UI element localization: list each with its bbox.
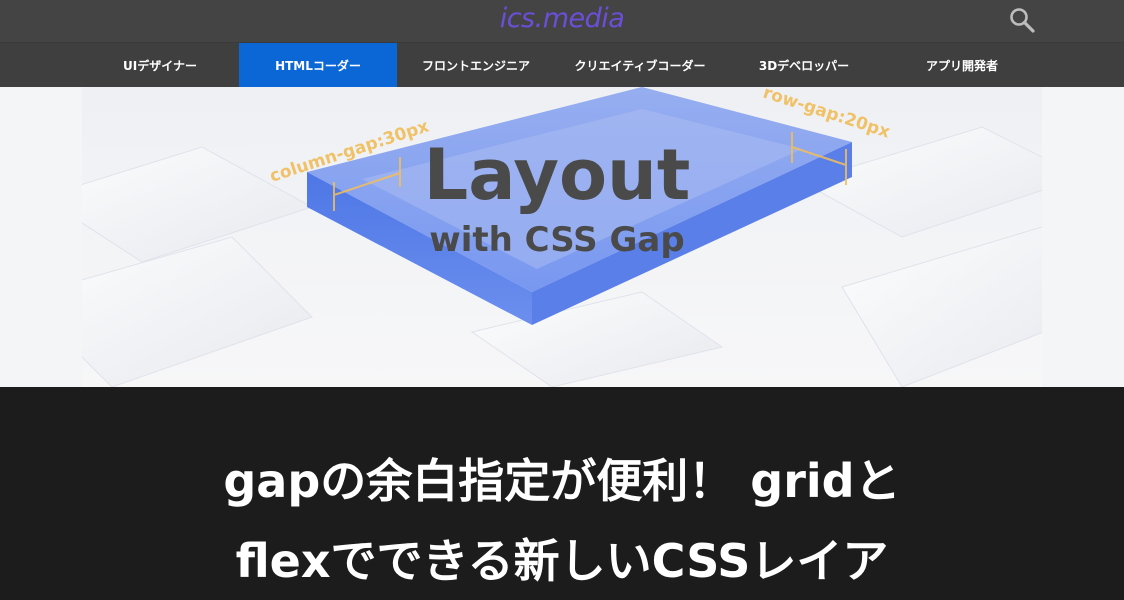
article-caption: gapの余白指定が便利！ gridと flexでできる新しいCSSレイア xyxy=(0,387,1124,600)
nav-item-frontend-engineer[interactable]: フロントエンジニア xyxy=(397,43,555,87)
nav-item-ui-designer[interactable]: UIデザイナー xyxy=(81,43,239,87)
nav-item-app-developer[interactable]: アプリ開発者 xyxy=(883,43,1041,87)
article-title-line-2[interactable]: flexでできる新しいCSSレイア xyxy=(0,525,1124,591)
nav-item-creative-coder[interactable]: クリエイティブコーダー xyxy=(561,43,719,87)
nav-item-3d-developer[interactable]: 3Dデベロッパー xyxy=(725,43,883,87)
search-icon[interactable] xyxy=(1008,6,1036,34)
hero-subtitle: with CSS Gap xyxy=(429,220,684,260)
nav-item-html-coder[interactable]: HTMLコーダー xyxy=(239,43,397,87)
article-title-line-1[interactable]: gapの余白指定が便利！ gridと xyxy=(0,445,1124,511)
category-nav: UIデザイナー HTMLコーダー フロントエンジニア クリエイティブコーダー 3… xyxy=(0,43,1124,87)
site-logo[interactable]: ics.media xyxy=(0,3,1124,34)
hero-background: column-gap:30px row-gap:20px Layout with… xyxy=(0,87,1124,387)
hero-title: Layout xyxy=(424,134,691,216)
hero-image[interactable]: column-gap:30px row-gap:20px Layout with… xyxy=(82,87,1042,387)
site-header: ics.media xyxy=(0,0,1124,43)
